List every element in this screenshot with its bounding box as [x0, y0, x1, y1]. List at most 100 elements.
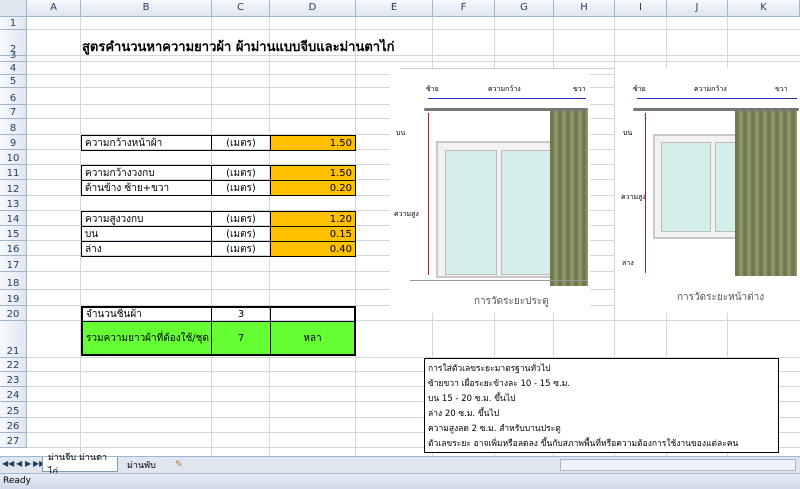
tab-sheet-2[interactable]: ม่านพับ — [122, 457, 168, 472]
cell-frame-width-value[interactable]: 1.50 — [270, 165, 356, 181]
door-diagram[interactable]: ซ้าย ความกว้าง ขวา บน ความสูง การวัดระยะ… — [390, 68, 680, 313]
note-line-5: ความสูงลด 2 ซ.ม. สำหรับบานประตู — [428, 424, 561, 434]
note-line-6: ตัวเลขระยะ อาจเพิ่มหรือลดลง ขึ้นกับสภาพพ… — [428, 439, 739, 449]
notes-box[interactable]: การใส่ตัวเลขระยะมาตรฐานทั่วไป ซ้ายขวา เผ… — [424, 358, 779, 453]
row-header-6[interactable]: 6 — [0, 88, 27, 105]
row-header-22[interactable]: 22 — [0, 358, 27, 372]
row-header-18[interactable]: 18 — [0, 272, 27, 290]
column-header-b[interactable]: B — [81, 0, 212, 17]
cell-bottom-value[interactable]: 0.40 — [270, 241, 356, 257]
window-glass-left — [661, 142, 711, 232]
row-header-4[interactable]: 4 — [0, 62, 27, 75]
sheet-tab-bar: ◀◀ ◀ ▶ ▶▶ ม่านจีบ ม่านตาไก่ ม่านพับ ✎ — [0, 453, 800, 477]
door-floor-line — [410, 280, 588, 281]
row-header-10[interactable]: 10 — [0, 150, 27, 165]
cell-bottom-unit[interactable]: (เมตร) — [211, 241, 271, 257]
tab-next-icon[interactable]: ▶ — [25, 459, 31, 468]
row-header-23[interactable]: 23 — [0, 372, 27, 387]
door-glass-left — [445, 150, 497, 275]
cell-frame-height-unit[interactable]: (เมตร) — [211, 211, 271, 227]
note-line-3: บน 15 - 20 ซ.ม. ขึ้นไป — [428, 394, 516, 404]
tab-prev-icon[interactable]: ◀ — [16, 459, 22, 468]
row-header-5[interactable]: 5 — [0, 75, 27, 88]
window-width-label: ความกว้าง — [694, 85, 727, 93]
column-header-c[interactable]: C — [212, 0, 270, 17]
row-header-1[interactable]: 1 — [0, 17, 27, 30]
door-curtain — [550, 111, 588, 286]
tab-first-icon[interactable]: ◀◀ — [2, 459, 14, 468]
column-header-h[interactable]: H — [554, 0, 615, 17]
window-left-label: ซ้าย — [633, 85, 646, 93]
door-height-arrow — [428, 113, 429, 275]
row-header-16[interactable]: 16 — [0, 241, 27, 256]
horizontal-scrollbar[interactable] — [560, 459, 796, 471]
cell-frame-height-value[interactable]: 1.20 — [270, 211, 356, 227]
cell-width-value[interactable]: 1.50 — [270, 135, 356, 151]
column-header-a[interactable]: A — [27, 0, 81, 17]
cell-width-label[interactable]: ความกว้างหน้าผ้า — [81, 135, 212, 151]
row-header-15[interactable]: 15 — [0, 226, 27, 241]
status-bar: Ready — [0, 473, 800, 489]
column-header-g[interactable]: G — [495, 0, 554, 17]
row-header-27[interactable]: 27 — [0, 433, 27, 448]
row-header-17[interactable]: 17 — [0, 256, 27, 272]
cell-total-value[interactable]: 7 — [211, 321, 271, 356]
column-header-j[interactable]: J — [667, 0, 728, 17]
row-header-21[interactable]: 21 — [0, 321, 27, 358]
door-height-label: ความสูง — [394, 210, 419, 218]
window-caption: การวัดระยะหน้าต่าง — [677, 292, 765, 303]
door-right-label: ขวา — [573, 85, 586, 93]
cell-total-unit[interactable]: หลา — [270, 321, 356, 356]
column-header-e[interactable]: E — [356, 0, 433, 17]
tab-sheet-1[interactable]: ม่านจีบ ม่านตาไก่ — [42, 453, 118, 477]
window-diagram[interactable]: ซ้าย ความกว้าง ขวา บน ความสูง ล่าง การวั… — [615, 68, 800, 313]
note-line-2: ซ้ายขวา เผื่อระยะข้างละ 10 - 15 ซ.ม. — [428, 379, 571, 389]
column-header-k[interactable]: K — [728, 0, 800, 17]
grid-row-line — [27, 29, 800, 30]
window-right-label: ขวา — [775, 85, 788, 93]
column-header-i[interactable]: I — [615, 0, 667, 17]
row-header-8[interactable]: 8 — [0, 119, 27, 135]
cell-top-value[interactable]: 0.15 — [270, 226, 356, 242]
row-header-11[interactable]: 11 — [0, 165, 27, 180]
door-caption: การวัดระยะประตู — [474, 296, 549, 307]
row-header-13[interactable]: 13 — [0, 196, 27, 211]
cell-top-unit[interactable]: (เมตร) — [211, 226, 271, 242]
row-header-25[interactable]: 25 — [0, 402, 27, 418]
window-height-arrow — [645, 113, 646, 273]
column-header-d[interactable]: D — [270, 0, 356, 17]
cell-sides-label[interactable]: ด้านข้าง ซ้าย+ขวา — [81, 180, 212, 196]
row-header-9[interactable]: 9 — [0, 135, 27, 150]
row-header-14[interactable]: 14 — [0, 211, 27, 226]
row-header-24[interactable]: 24 — [0, 387, 27, 402]
door-left-label: ซ้าย — [426, 85, 439, 93]
cell-pieces-label[interactable]: จำนวนชิ้นผ้า — [81, 306, 212, 322]
cell-width-unit[interactable]: (เมตร) — [211, 135, 271, 151]
cell-frame-width-unit[interactable]: (เมตร) — [211, 165, 271, 181]
row-header-12[interactable]: 12 — [0, 180, 27, 196]
grid-row-line — [27, 61, 800, 62]
window-height-label: ความสูง — [621, 193, 646, 201]
window-bottom-label: ล่าง — [622, 259, 634, 267]
door-glass-right — [501, 150, 551, 275]
select-all-corner[interactable] — [0, 0, 27, 17]
column-header-f[interactable]: F — [433, 0, 495, 17]
row-header-7[interactable]: 7 — [0, 105, 27, 119]
cell-frame-width-label[interactable]: ความกว้างวงกบ — [81, 165, 212, 181]
row-header-26[interactable]: 26 — [0, 418, 27, 433]
cell-bottom-label[interactable]: ล่าง — [81, 241, 212, 257]
cell-pieces-empty[interactable] — [270, 306, 356, 322]
row-header-20[interactable]: 20 — [0, 306, 27, 321]
door-width-label: ความกว้าง — [488, 85, 521, 93]
cell-sides-value[interactable]: 0.20 — [270, 180, 356, 196]
window-width-arrow — [637, 98, 797, 99]
row-header-19[interactable]: 19 — [0, 290, 27, 306]
new-sheet-icon[interactable]: ✎ — [170, 457, 190, 472]
cell-top-label[interactable]: บน — [81, 226, 212, 242]
cell-frame-height-label[interactable]: ความสูงวงกบ — [81, 211, 212, 227]
cell-pieces-value[interactable]: 3 — [211, 306, 271, 322]
window-top-label: บน — [623, 129, 633, 137]
cell-total-label[interactable]: รวมความยาวผ้าที่ต้องใช้/ชุด — [81, 321, 212, 356]
note-line-1: การใส่ตัวเลขระยะมาตรฐานทั่วไป — [428, 364, 551, 374]
cell-sides-unit[interactable]: (เมตร) — [211, 180, 271, 196]
